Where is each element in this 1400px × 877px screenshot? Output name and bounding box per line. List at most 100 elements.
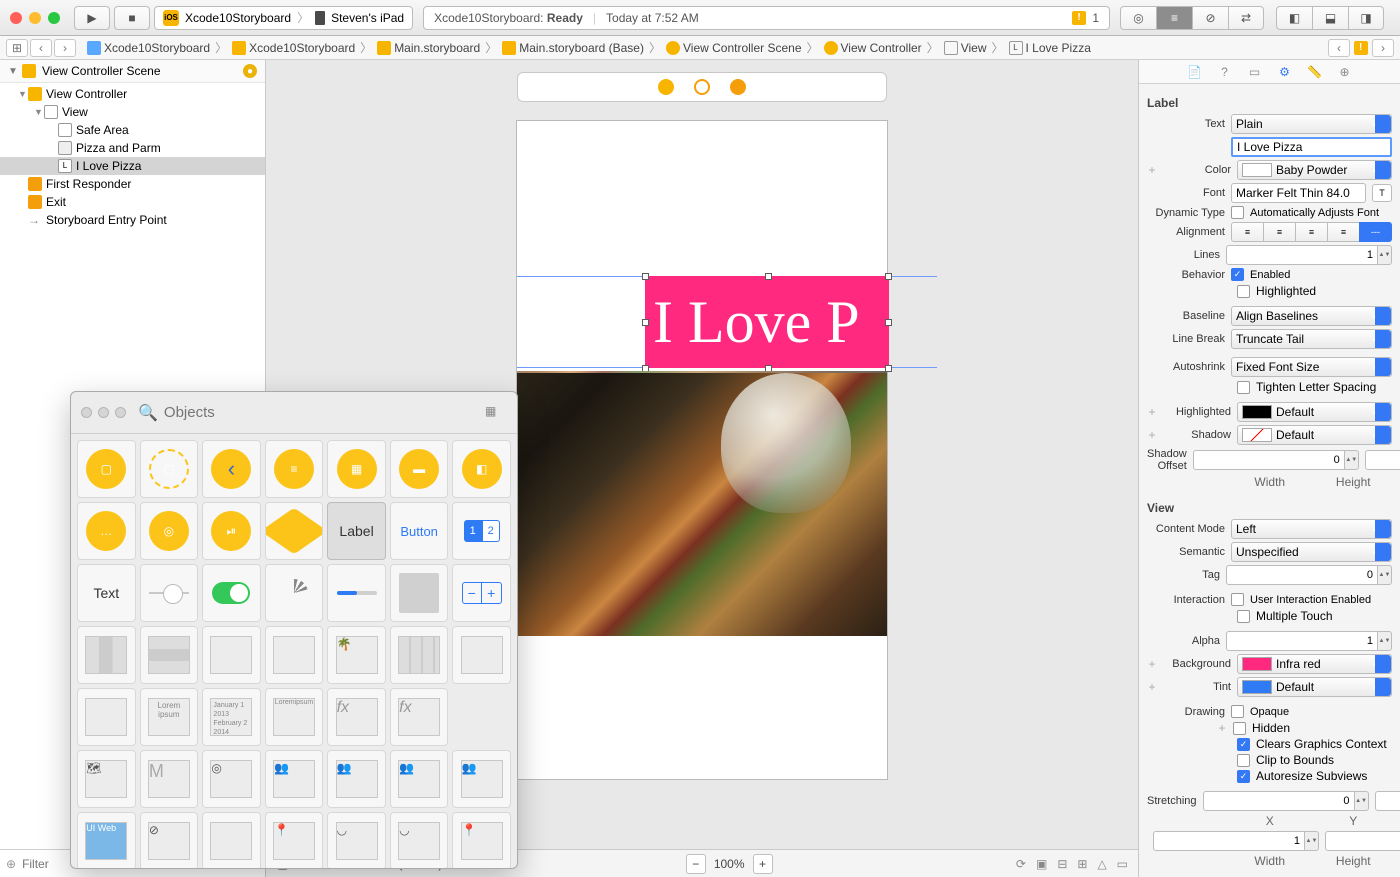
scene-dock[interactable] [517, 72, 887, 102]
assistant-editor-button[interactable]: ≡ [1156, 6, 1192, 30]
library-item-placeholder[interactable]: ▢ [140, 440, 199, 498]
background-select[interactable]: Infra red▲▼ [1237, 654, 1392, 674]
outline-item-entry[interactable]: →Storyboard Entry Point [0, 211, 265, 229]
library-item-hstack[interactable] [77, 626, 136, 684]
outline-item-viewcontroller[interactable]: ▼View Controller [0, 85, 265, 103]
exit-dock-icon[interactable] [730, 79, 746, 95]
stretch-w-stepper[interactable]: ▲▼ [1153, 831, 1319, 851]
highlighted-color-select[interactable]: Default▲▼ [1237, 402, 1392, 422]
attributes-inspector-tab[interactable]: ⚙︎ [1277, 64, 1293, 80]
breadcrumb-item[interactable]: Xcode10Storyboard [229, 41, 358, 55]
add-variation-icon[interactable]: + [1147, 680, 1157, 694]
zoom-in-button[interactable]: + [753, 854, 773, 874]
warning-icon[interactable] [1354, 41, 1368, 55]
add-variation-icon[interactable]: + [1147, 428, 1157, 442]
breadcrumb-item[interactable]: Main.storyboard (Base) [499, 41, 647, 55]
library-item-imageview[interactable]: 🌴 [327, 626, 386, 684]
text-color-select[interactable]: Baby Powder▲▼ [1237, 160, 1392, 180]
library-item-tablecell[interactable] [265, 626, 324, 684]
user-interaction-checkbox[interactable] [1231, 593, 1244, 606]
library-item-vstack[interactable] [140, 626, 199, 684]
library-item-arview[interactable]: 👥 [390, 750, 449, 808]
library-item-label[interactable]: Label [327, 502, 386, 560]
library-item-avvc[interactable]: ⏯ [202, 502, 261, 560]
outline-item-label[interactable]: LI Love Pizza [0, 157, 265, 175]
library-item-pagevc[interactable]: … [77, 502, 136, 560]
library-item-webview[interactable]: UI Web [77, 812, 136, 868]
breadcrumb-item[interactable]: Main.storyboard [374, 41, 483, 55]
library-item-datepicker[interactable]: January 1 2013February 2 2014 [202, 688, 261, 746]
zoom-out-button[interactable]: − [686, 854, 706, 874]
related-items-button[interactable]: ⊞ [6, 39, 28, 57]
library-item-visualeffect[interactable]: fx [327, 688, 386, 746]
library-item-collection[interactable] [390, 626, 449, 684]
align-left-button[interactable]: ≡ [1231, 222, 1263, 242]
autoresize-checkbox[interactable]: ✓ [1237, 770, 1250, 783]
toggle-editor-button[interactable]: ⇄ [1228, 6, 1264, 30]
close-window-icon[interactable] [10, 12, 22, 24]
outline-scene-header[interactable]: ▼ View Controller Scene ● [0, 60, 265, 83]
library-grid-toggle[interactable]: ▦ [485, 404, 507, 422]
viewcontroller-dock-icon[interactable] [658, 79, 674, 95]
clip-bounds-checkbox[interactable] [1237, 754, 1250, 767]
outline-item-view[interactable]: ▼View [0, 103, 265, 121]
tighten-checkbox[interactable] [1237, 381, 1250, 394]
shadow-height-stepper[interactable]: ▲▼ [1365, 450, 1400, 470]
baseline-select[interactable]: Align Baselines▲▼ [1231, 306, 1392, 326]
library-item-textfield[interactable]: Text [77, 564, 136, 622]
library-item-picker[interactable]: Loremipsum [265, 688, 324, 746]
library-item-tableview[interactable] [202, 626, 261, 684]
library-item-switch[interactable] [202, 564, 261, 622]
nav-prev-issue[interactable]: ‹ [1328, 39, 1350, 57]
library-item-glview[interactable]: ◎ [202, 750, 261, 808]
library-item-segmented[interactable]: 12 [452, 502, 511, 560]
shadow-width-stepper[interactable]: ▲▼ [1193, 450, 1359, 470]
update-frames-icon[interactable]: ⟳ [1016, 857, 1026, 871]
lines-stepper[interactable]: ▲▼ [1226, 245, 1392, 265]
align-right-button[interactable]: ≡ [1295, 222, 1327, 242]
run-button[interactable]: ▶ [74, 6, 110, 30]
autoshrink-select[interactable]: Fixed Font Size▲▼ [1231, 357, 1392, 377]
library-item-toolbar[interactable]: 📍 [452, 812, 511, 868]
text-type-select[interactable]: Plain▲▼ [1231, 114, 1392, 134]
breadcrumb-item[interactable]: Xcode10Storyboard [84, 41, 213, 55]
semantic-select[interactable]: Unspecified▲▼ [1231, 542, 1392, 562]
toggle-right-panel-button[interactable]: ◨ [1348, 6, 1384, 30]
help-inspector-tab[interactable]: ? [1217, 64, 1233, 80]
highlighted-checkbox[interactable] [1237, 285, 1250, 298]
nav-next-issue[interactable]: › [1372, 39, 1394, 57]
add-variation-icon[interactable]: + [1147, 163, 1157, 177]
outline-item-exit[interactable]: Exit [0, 193, 265, 211]
align-justify-button[interactable]: ≡ [1327, 222, 1359, 242]
library-item-splitvc[interactable]: ◧ [452, 440, 511, 498]
stretch-x-stepper[interactable]: ▲▼ [1203, 791, 1369, 811]
library-item-textview[interactable] [77, 688, 136, 746]
add-variation-icon[interactable]: + [1147, 405, 1157, 419]
standard-editor-button[interactable]: ◎ [1120, 6, 1156, 30]
align-icon[interactable]: ⊟ [1057, 857, 1067, 871]
resolve-issues-icon[interactable]: △ [1097, 857, 1106, 871]
shadow-color-select[interactable]: Default▲▼ [1237, 425, 1392, 445]
first-responder-dock-icon[interactable] [694, 79, 710, 95]
library-item-metal[interactable]: M [140, 750, 199, 808]
linebreak-select[interactable]: Truncate Tail▲▼ [1231, 329, 1392, 349]
library-item-wkwebview[interactable]: ⊘ [140, 812, 199, 868]
size-inspector-tab[interactable]: 📏 [1307, 64, 1323, 80]
library-item-activity[interactable] [265, 564, 324, 622]
font-field[interactable]: Marker Felt Thin 84.0 [1231, 183, 1366, 203]
text-value-input[interactable]: I Love Pizza [1231, 137, 1392, 157]
align-center-button[interactable]: ≡ [1263, 222, 1295, 242]
breadcrumb-item[interactable]: View [941, 41, 990, 55]
outline-item-first-responder[interactable]: First Responder [0, 175, 265, 193]
zoom-window-icon[interactable] [48, 12, 60, 24]
library-item-tableviewcontroller[interactable]: ≡ [265, 440, 324, 498]
stop-button[interactable]: ■ [114, 6, 150, 30]
toggle-left-panel-button[interactable]: ◧ [1276, 6, 1312, 30]
outline-item-safearea[interactable]: Safe Area [0, 121, 265, 139]
library-item-navbar[interactable]: ◡ [327, 812, 386, 868]
library-item-pageview[interactable] [390, 564, 449, 622]
canvas-label[interactable]: I Love P [645, 276, 889, 368]
library-item-slider[interactable] [140, 564, 199, 622]
nav-forward-button[interactable]: › [54, 39, 76, 57]
library-search-input[interactable] [164, 401, 479, 425]
